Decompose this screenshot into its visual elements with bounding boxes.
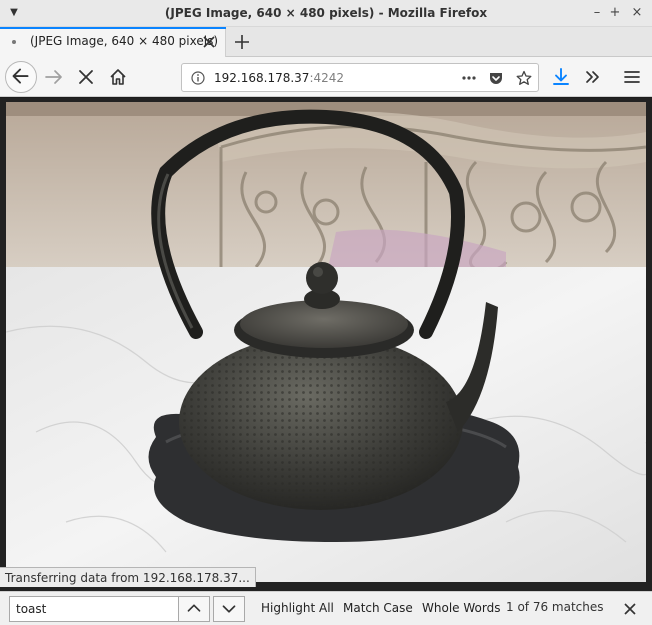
window-titlebar: ▼ (JPEG Image, 640 × 480 pixels) - Mozil… bbox=[0, 0, 652, 27]
find-input[interactable] bbox=[9, 596, 179, 622]
minimize-button[interactable]: – bbox=[589, 5, 605, 21]
back-button[interactable] bbox=[5, 61, 37, 93]
find-next-button[interactable] bbox=[213, 596, 245, 622]
whole-words-toggle[interactable]: Whole Words bbox=[422, 601, 500, 615]
url-host: 192.168.178.37 bbox=[214, 71, 310, 85]
tab-title: (JPEG Image, 640 × 480 pixels) bbox=[30, 34, 219, 48]
downloads-icon[interactable] bbox=[551, 67, 571, 87]
teapot-photo-illustration bbox=[6, 102, 646, 582]
page-actions-icon[interactable] bbox=[461, 70, 477, 86]
url-port: :4242 bbox=[309, 71, 345, 85]
tab-jpeg-image[interactable]: (JPEG Image, 640 × 480 pixels) bbox=[0, 27, 226, 57]
bookmark-star-icon[interactable] bbox=[516, 70, 532, 86]
navigation-toolbar: 192.168.178.37:4242 bbox=[0, 57, 652, 97]
stop-loading-icon[interactable] bbox=[76, 67, 96, 87]
tab-close-icon[interactable] bbox=[201, 34, 217, 50]
back-arrow-icon bbox=[12, 68, 29, 84]
forward-icon[interactable] bbox=[44, 67, 64, 87]
match-case-toggle[interactable]: Match Case bbox=[343, 601, 413, 615]
tab-loading-icon bbox=[12, 40, 16, 44]
chevron-down-icon bbox=[222, 605, 236, 613]
overflow-chevron-icon[interactable] bbox=[583, 67, 603, 87]
site-info-icon[interactable] bbox=[191, 71, 205, 85]
find-match-count: 1 of 76 matches bbox=[506, 600, 604, 614]
home-icon[interactable] bbox=[108, 67, 128, 87]
chevron-up-icon bbox=[187, 604, 201, 612]
url-bar[interactable]: 192.168.178.37:4242 bbox=[181, 63, 539, 92]
highlight-all-toggle[interactable]: Highlight All bbox=[261, 601, 334, 615]
hamburger-menu-icon[interactable] bbox=[622, 67, 642, 87]
pocket-icon[interactable] bbox=[488, 70, 504, 86]
close-find-bar-icon[interactable] bbox=[622, 601, 638, 617]
find-previous-button[interactable] bbox=[178, 596, 210, 622]
content-area: Transferring data from 192.168.178.37... bbox=[0, 98, 652, 591]
tab-strip: (JPEG Image, 640 × 480 pixels) bbox=[0, 27, 652, 57]
close-window-button[interactable]: × bbox=[629, 5, 645, 21]
tab-active-indicator bbox=[0, 27, 226, 29]
find-bar: Highlight All Match Case Whole Words 1 o… bbox=[0, 591, 652, 625]
window-title: (JPEG Image, 640 × 480 pixels) - Mozilla… bbox=[164, 6, 488, 20]
status-bar: Transferring data from 192.168.178.37... bbox=[0, 567, 256, 587]
url-text[interactable]: 192.168.178.37:4242 bbox=[214, 71, 344, 85]
teapot-image[interactable] bbox=[6, 102, 646, 582]
maximize-button[interactable]: + bbox=[607, 5, 623, 21]
new-tab-icon[interactable] bbox=[232, 32, 252, 52]
